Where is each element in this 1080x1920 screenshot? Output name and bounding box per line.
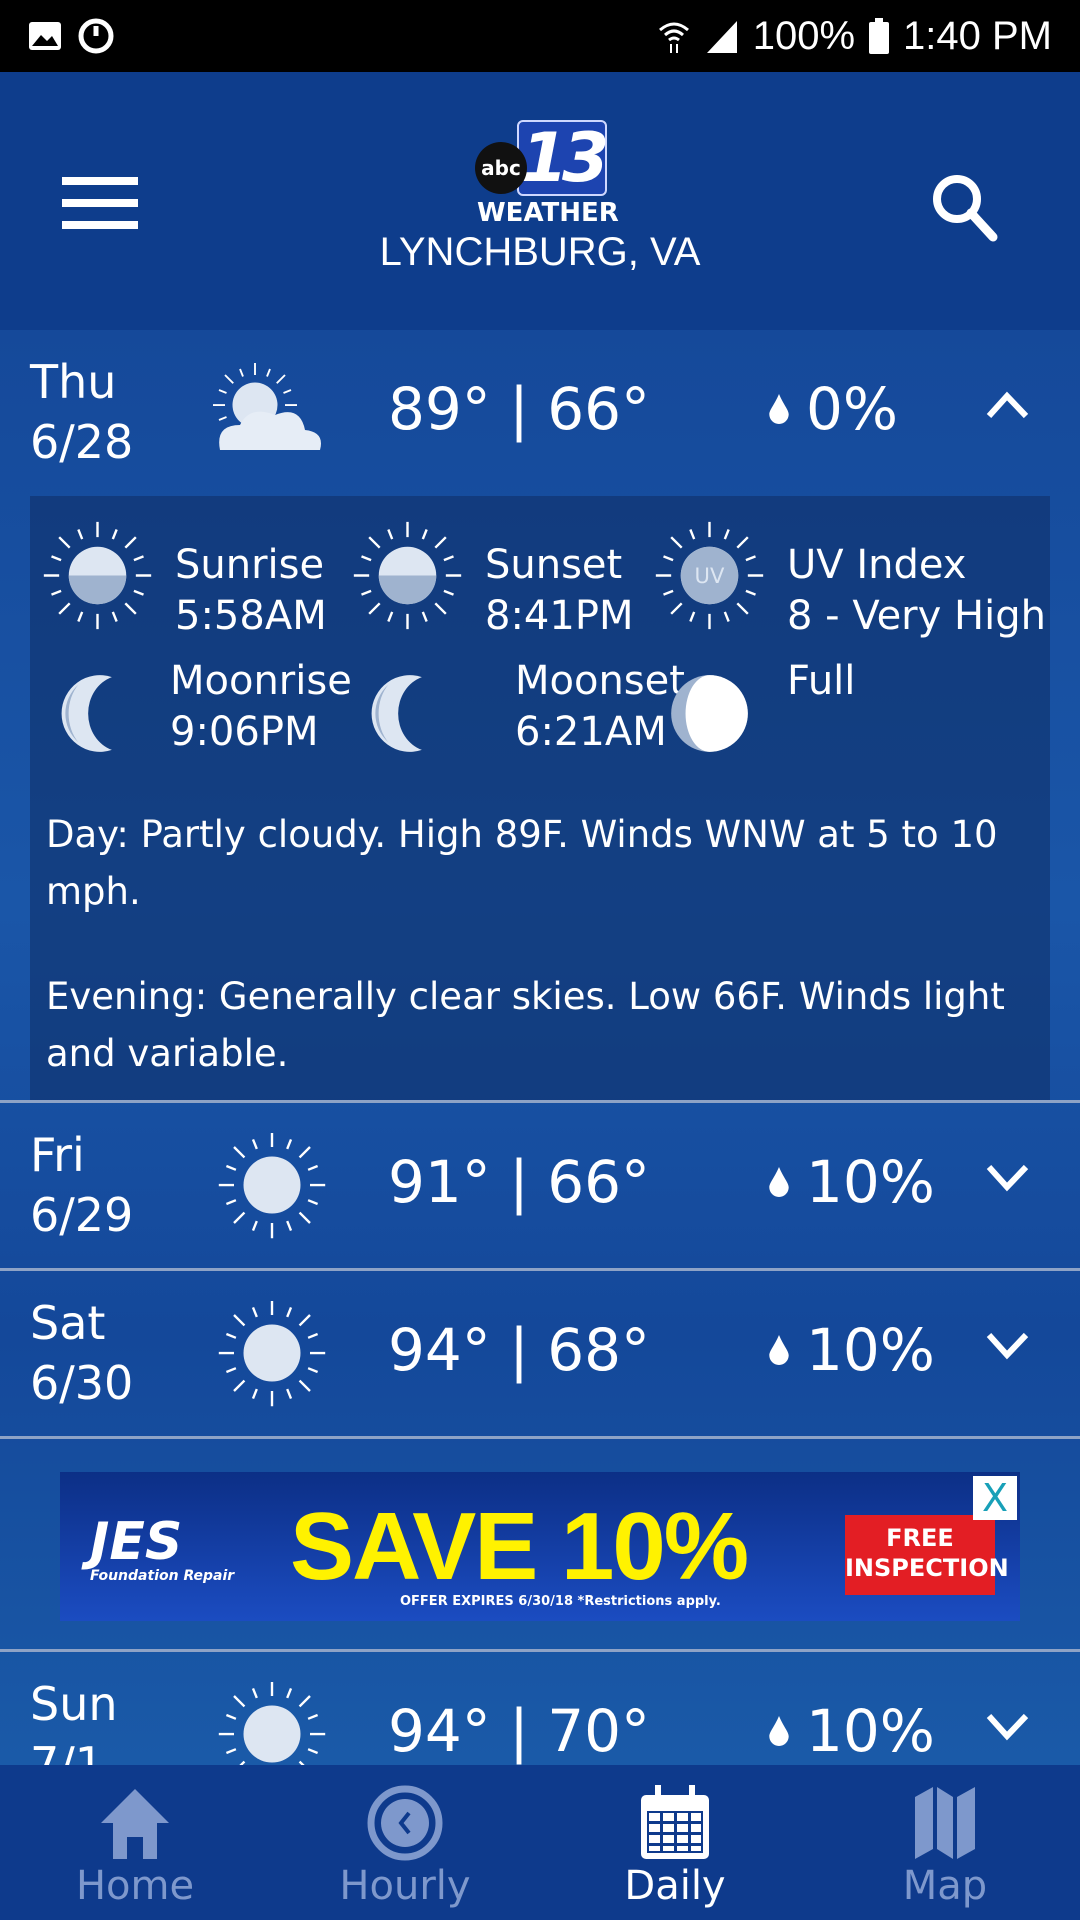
clock: 1:40 PM [903,13,1052,58]
sunrise-icon [42,520,153,631]
high-temp: 94° [388,1316,491,1384]
clock-icon [367,1785,443,1861]
home-icon [101,1789,169,1859]
forecast-row-thu[interactable]: Thu 6/28 89° | 66° 0% Sunrise 5:58AM Sunse… [0,330,1080,1103]
day-name: Fri [30,1128,85,1182]
sunset-icon [352,520,463,631]
sunrise-time: 5:58AM [175,593,327,639]
ad-brand-logo: JES Foundation Repair [90,1512,235,1584]
location-title[interactable]: LYNCHBURG, VA [0,230,1080,275]
moon-phase-label: Full [787,658,856,704]
raindrop-icon [769,394,789,424]
svg-text:UV: UV [695,563,725,588]
raindrop-icon [769,1167,789,1197]
tab-home-label: Home [75,1863,195,1909]
evening-description: Evening: Generally clear skies. Low 66F.… [46,975,1005,1075]
uv-value: 8 - Very High [787,593,1046,639]
tab-map[interactable]: Map [810,1765,1080,1920]
raindrop-icon [769,1335,789,1365]
tab-daily[interactable]: Daily [540,1765,810,1920]
temperature-range: 94° | 68° [388,1316,651,1384]
moonrise-time: 9:06PM [170,709,319,755]
status-bar: 100% 1:40 PM [0,0,1080,72]
menu-icon[interactable] [62,177,138,229]
sunny-icon [217,1301,327,1408]
uv-index-info: UV UV Index 8 - Very High [642,518,1052,639]
sunrise-info: Sunrise 5:58AM [30,518,360,639]
forecast-row-fri[interactable]: Fri 6/29 91° | 66° 10% [0,1103,1080,1271]
signal-icon [706,21,737,53]
day-details-panel: Sunrise 5:58AM Sunset 8:41PM UV UV Index 8 … [30,496,1050,1100]
station-logo: 13 abc WEATHER [475,118,619,228]
tab-hourly-label: Hourly [339,1863,471,1909]
ad-close-button[interactable]: X [973,1476,1017,1520]
forecast-row-sun[interactable]: Sun 7/1 94° | 70° 10% [0,1652,1080,1765]
tab-daily-label: Daily [624,1863,726,1909]
calendar-icon [641,1785,709,1859]
low-temp: 70° [547,1697,651,1765]
chevron-down-icon[interactable] [985,1712,1030,1742]
raindrop-icon [769,1716,789,1746]
temperature-range: 89° | 66° [388,375,651,443]
partly-cloudy-icon [212,362,321,450]
gallery-icon [29,22,61,50]
day-date: 6/30 [30,1356,134,1410]
day-name: Sat [30,1296,106,1350]
sunset-info: Sunset 8:41PM [340,518,670,639]
high-temp: 89° [388,375,491,443]
sunset-time: 8:41PM [485,593,634,639]
high-temp: 91° [388,1148,491,1216]
precip-chance: 10% [806,1697,935,1765]
chevron-down-icon[interactable] [985,1331,1030,1361]
temperature-range: 94° | 70° [388,1697,651,1765]
ad-banner[interactable]: JES Foundation Repair SAVE 10% OFFER EXPI… [60,1472,1020,1621]
sunny-icon [217,1133,327,1240]
precip-chance: 10% [806,1148,935,1216]
wifi-icon [658,22,689,53]
low-temp: 66° [547,1148,651,1216]
ad-headline: SAVE 10% [290,1493,749,1600]
moon-phase-icon [671,675,748,752]
day-date: 6/28 [30,415,134,469]
uv-label: UV Index [787,542,967,588]
moon-crescent-icon [61,675,112,752]
battery-percent: 100% [752,13,856,58]
sunrise-label: Sunrise [175,542,325,588]
chevron-up-icon[interactable] [985,390,1030,420]
sync-icon [78,18,114,54]
app-header: 13 abc WEATHER LYNCHBURG, VA [0,72,1080,330]
moon-phase-info: Full [642,656,972,776]
tab-map-label: Map [902,1863,988,1909]
day-name: Thu [30,355,117,409]
bottom-nav: Home Hourly Daily Map [0,1765,1080,1920]
tab-hourly[interactable]: Hourly [270,1765,540,1920]
uv-icon: UV [654,520,765,631]
battery-icon [869,18,890,54]
daily-forecast-list[interactable]: Thu 6/28 89° | 66° 0% Sunrise 5:58AM Sunse… [0,330,1080,1765]
tab-home[interactable]: Home [0,1765,270,1920]
low-temp: 66° [547,375,651,443]
sunset-label: Sunset [485,542,623,588]
search-icon[interactable] [925,167,1005,247]
ad-cta[interactable]: FREE INSPECTION [845,1515,1009,1595]
moonset-info: Moonset 6:21AM [340,656,685,776]
day-date: 6/29 [30,1188,134,1242]
day-name: Sun [30,1677,118,1731]
low-temp: 68° [547,1316,651,1384]
precip-chance: 0% [806,375,899,443]
forecast-row-sat[interactable]: Sat 6/30 94° | 68° 10% [0,1271,1080,1439]
ad-fine-print: OFFER EXPIRES 6/30/18 *Restrictions appl… [400,1594,721,1609]
map-icon [915,1787,975,1859]
day-date: 7/1 [30,1737,105,1765]
precip-chance: 10% [806,1316,935,1384]
sunny-icon [217,1682,327,1765]
moonrise-info: Moonrise 9:06PM [30,656,360,776]
moon-crescent-icon [371,675,422,752]
temperature-range: 91° | 66° [388,1148,651,1216]
moonrise-label: Moonrise [170,658,352,704]
chevron-down-icon[interactable] [985,1163,1030,1193]
high-temp: 94° [388,1697,491,1765]
day-description: Day: Partly cloudy. High 89F. Winds WNW … [46,813,998,913]
